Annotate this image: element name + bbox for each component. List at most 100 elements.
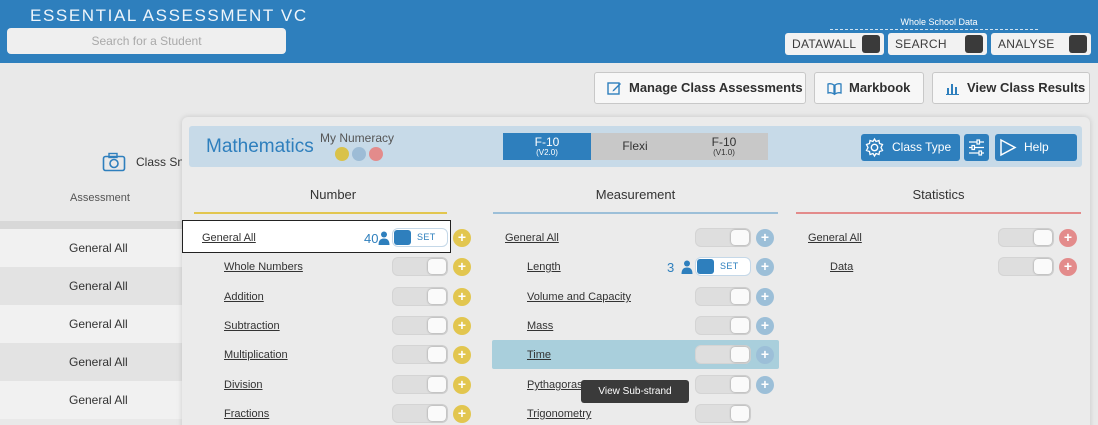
toggle-knob — [731, 289, 749, 304]
strand-number-general-all[interactable]: General All — [202, 232, 256, 244]
toggle-knob — [428, 406, 446, 421]
datawall-label: DATAWALL — [792, 37, 857, 51]
toggle-addition[interactable] — [392, 287, 448, 306]
add-icon[interactable]: + — [453, 288, 471, 306]
toggle-number-general-all[interactable]: SET — [392, 228, 448, 247]
toggle-on-indicator — [394, 230, 411, 245]
datawall-toggle-icon — [862, 35, 880, 53]
class-type-button[interactable]: Class Type — [861, 134, 960, 161]
add-icon[interactable]: + — [453, 258, 471, 276]
person-icon — [378, 231, 390, 245]
add-icon[interactable]: + — [756, 346, 774, 364]
tab-flexi-label: Flexi — [622, 139, 648, 153]
toggle-knob — [1034, 259, 1052, 274]
toggle-volume-and-capacity[interactable] — [695, 287, 751, 306]
play-icon — [1000, 138, 1017, 157]
strand-measurement-general-all[interactable]: General All — [505, 232, 559, 244]
toggle-fractions[interactable] — [392, 404, 448, 423]
strand-trigonometry[interactable]: Trigonometry — [527, 408, 591, 420]
toggle-on-indicator — [697, 259, 714, 274]
strand-volume-and-capacity[interactable]: Volume and Capacity — [527, 291, 631, 303]
analyse-label: ANALYSE — [998, 37, 1055, 51]
strand-fractions[interactable]: Fractions — [224, 408, 269, 420]
toggle-whole-numbers[interactable] — [392, 257, 448, 276]
add-icon[interactable]: + — [453, 376, 471, 394]
strand-division[interactable]: Division — [224, 379, 263, 391]
table-row[interactable]: General All — [0, 229, 190, 267]
add-icon[interactable]: + — [756, 376, 774, 394]
tab-f10-v2[interactable]: F-10 (V2.0) — [503, 133, 591, 160]
tab-f10-v1[interactable]: F-10 (V1.0) — [680, 133, 768, 160]
manage-label: Manage Class Assessments — [629, 80, 803, 95]
toggle-statistics-general-all[interactable] — [998, 228, 1054, 247]
analyse-button[interactable]: ANALYSE — [991, 33, 1091, 55]
numeracy-dot-blue — [352, 147, 366, 161]
table-row[interactable]: General All — [0, 305, 190, 343]
add-icon[interactable]: + — [756, 317, 774, 335]
strand-pythagoras[interactable]: Pythagoras — [527, 379, 583, 391]
add-icon[interactable]: + — [756, 258, 774, 276]
strand-length[interactable]: Length — [527, 261, 561, 273]
strand-whole-numbers[interactable]: Whole Numbers — [224, 261, 303, 273]
add-icon[interactable]: + — [453, 346, 471, 364]
toggle-mass[interactable] — [695, 316, 751, 335]
toggle-knob — [428, 289, 446, 304]
filter-settings-button[interactable] — [964, 134, 989, 161]
class-type-label: Class Type — [892, 140, 952, 154]
toggle-data[interactable] — [998, 257, 1054, 276]
toggle-pythagoras[interactable] — [695, 375, 751, 394]
toggle-time[interactable] — [695, 345, 751, 364]
strand-statistics-general-all[interactable]: General All — [808, 232, 862, 244]
table-row[interactable]: General All — [0, 267, 190, 305]
strand-multiplication[interactable]: Multiplication — [224, 349, 288, 361]
add-icon[interactable]: + — [756, 229, 774, 247]
add-icon[interactable]: + — [453, 317, 471, 335]
toggle-measurement-general-all[interactable] — [695, 228, 751, 247]
column-header-number: Number — [309, 187, 357, 202]
set-label: SET — [417, 232, 436, 242]
class-label: Class Sn — [136, 155, 185, 169]
search-button[interactable]: SEARCH — [888, 33, 987, 55]
add-icon[interactable]: + — [453, 229, 471, 247]
student-search-input[interactable]: Search for a Student — [7, 28, 286, 54]
sliders-icon — [969, 139, 984, 156]
strand-data[interactable]: Data — [830, 261, 853, 273]
tab-f10-v2-sub: (V2.0) — [536, 148, 558, 157]
search-label: SEARCH — [895, 37, 947, 51]
help-button[interactable]: Help — [995, 134, 1077, 161]
strand-subtraction[interactable]: Subtraction — [224, 320, 280, 332]
datawall-button[interactable]: DATAWALL — [785, 33, 884, 55]
add-icon[interactable]: + — [1059, 258, 1077, 276]
search-toggle-icon — [965, 35, 983, 53]
strand-time[interactable]: Time — [527, 349, 551, 361]
toggle-knob — [428, 318, 446, 333]
toggle-length[interactable]: SET — [695, 257, 751, 276]
add-icon[interactable]: + — [1059, 229, 1077, 247]
toggle-subtraction[interactable] — [392, 316, 448, 335]
curriculum-version-switch: F-10 (V2.0) Flexi F-10 (V1.0) — [503, 133, 768, 160]
subject-title: Mathematics — [206, 136, 314, 157]
tab-flexi[interactable]: Flexi — [591, 133, 679, 160]
numeracy-dot-red — [369, 147, 383, 161]
table-row[interactable]: General All — [0, 381, 190, 419]
top-bar: ESSENTIAL ASSESSMENT VC Search for a Stu… — [0, 0, 1098, 63]
toggle-trigonometry[interactable] — [695, 404, 751, 423]
toggle-division[interactable] — [392, 375, 448, 394]
add-icon[interactable]: + — [756, 288, 774, 306]
strand-mass[interactable]: Mass — [527, 320, 553, 332]
add-icon[interactable]: + — [453, 405, 471, 423]
toggle-multiplication[interactable] — [392, 345, 448, 364]
strand-addition[interactable]: Addition — [224, 291, 264, 303]
toggle-knob — [731, 406, 749, 421]
book-icon — [827, 83, 842, 96]
view-class-results-button[interactable]: View Class Results — [932, 72, 1090, 104]
manage-class-assessments-button[interactable]: Manage Class Assessments — [594, 72, 806, 104]
toggle-knob — [731, 230, 749, 245]
markbook-button[interactable]: Markbook — [814, 72, 924, 104]
column-header-statistics: Statistics — [912, 187, 965, 202]
edit-icon — [607, 82, 621, 95]
table-header-divider — [0, 221, 190, 229]
table-row[interactable]: General All — [0, 343, 190, 381]
help-label: Help — [1024, 140, 1049, 154]
camera-icon[interactable] — [102, 152, 126, 172]
